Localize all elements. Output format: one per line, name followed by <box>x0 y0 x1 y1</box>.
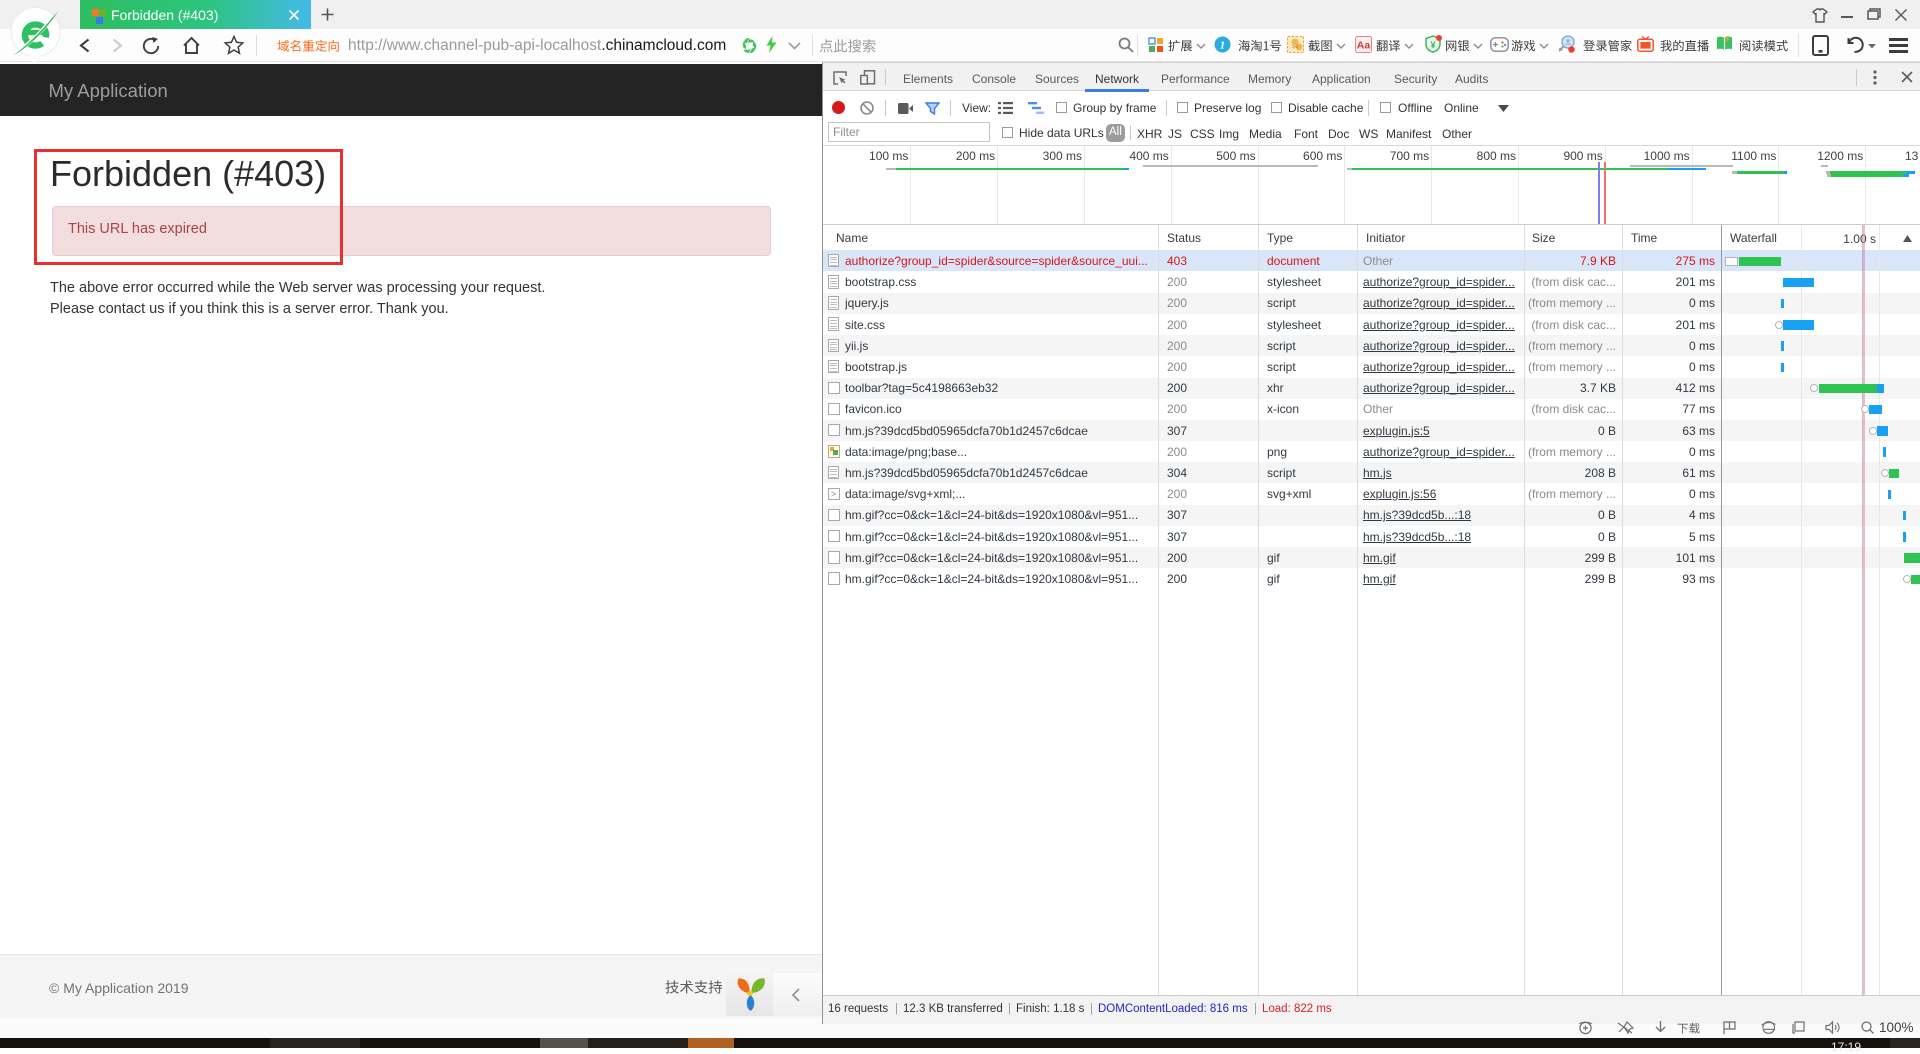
svg-text:✂: ✂ <box>1292 43 1299 52</box>
svg-text:¥: ¥ <box>1430 40 1436 51</box>
svg-text:1: 1 <box>1220 40 1226 52</box>
svg-text:Aa: Aa <box>1357 40 1371 52</box>
